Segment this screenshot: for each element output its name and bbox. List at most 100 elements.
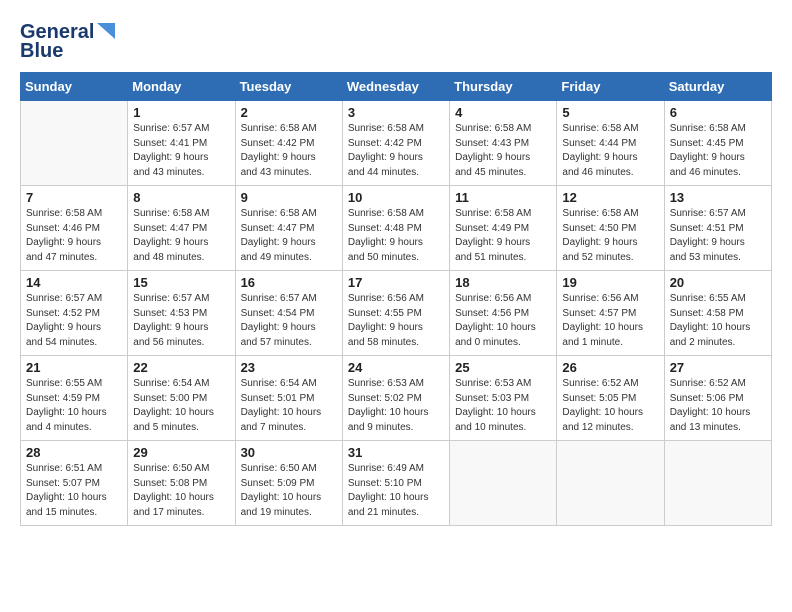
- day-info: Sunrise: 6:49 AM Sunset: 5:10 PM Dayligh…: [348, 462, 444, 520]
- day-info: Sunrise: 6:58 AM Sunset: 4:45 PM Dayligh…: [670, 122, 766, 180]
- week-row-3: 14Sunrise: 6:57 AM Sunset: 4:52 PM Dayli…: [21, 271, 772, 356]
- day-cell: 15 Sunrise: 6:57 AM Sunset: 4:53 PM Dayli…: [128, 271, 235, 356]
- day-cell: 16Sunrise: 6:57 AM Sunset: 4:54 PM Dayli…: [235, 271, 342, 356]
- day-info: Sunrise: 6:53 AM Sunset: 5:03 PM Dayligh…: [455, 377, 551, 435]
- day-info: Sunrise: 6:58 AM Sunset: 4:42 PM Dayligh…: [348, 122, 444, 180]
- day-cell: 31 Sunrise: 6:49 AM Sunset: 5:10 PM Dayli…: [342, 441, 449, 526]
- day-cell: 30 Sunrise: 6:50 AM Sunset: 5:09 PM Dayli…: [235, 441, 342, 526]
- day-number: 18: [455, 275, 551, 290]
- day-info: Sunrise: 6:58 AM Sunset: 4:48 PM Dayligh…: [348, 207, 444, 265]
- day-number: 11: [455, 190, 551, 205]
- day-number: 17: [348, 275, 444, 290]
- logo-text-line2: Blue: [20, 40, 63, 62]
- day-info: Sunrise: 6:57 AM Sunset: 4:54 PM Dayligh…: [241, 292, 337, 350]
- week-row-4: 21Sunrise: 6:55 AM Sunset: 4:59 PM Dayli…: [21, 356, 772, 441]
- day-info: Sunrise: 6:57 AM Sunset: 4:51 PM Dayligh…: [670, 207, 766, 265]
- header-monday: Monday: [128, 73, 235, 101]
- day-cell: 1 Sunrise: 6:57 AM Sunset: 4:41 PM Daylig…: [128, 101, 235, 186]
- day-cell: 4 Sunrise: 6:58 AM Sunset: 4:43 PM Daylig…: [450, 101, 557, 186]
- day-cell: 3 Sunrise: 6:58 AM Sunset: 4:42 PM Daylig…: [342, 101, 449, 186]
- day-info: Sunrise: 6:52 AM Sunset: 5:06 PM Dayligh…: [670, 377, 766, 435]
- day-cell: 6 Sunrise: 6:58 AM Sunset: 4:45 PM Daylig…: [664, 101, 771, 186]
- day-number: 22: [133, 360, 229, 375]
- day-number: 20: [670, 275, 766, 290]
- day-info: Sunrise: 6:53 AM Sunset: 5:02 PM Dayligh…: [348, 377, 444, 435]
- week-row-2: 7 Sunrise: 6:58 AM Sunset: 4:46 PM Daylig…: [21, 186, 772, 271]
- day-number: 30: [241, 445, 337, 460]
- day-info: Sunrise: 6:58 AM Sunset: 4:46 PM Dayligh…: [26, 207, 122, 265]
- day-cell: 17 Sunrise: 6:56 AM Sunset: 4:55 PM Dayli…: [342, 271, 449, 356]
- day-number: 15: [133, 275, 229, 290]
- day-number: 5: [562, 105, 658, 120]
- day-info: Sunrise: 6:58 AM Sunset: 4:50 PM Dayligh…: [562, 207, 658, 265]
- header-wednesday: Wednesday: [342, 73, 449, 101]
- day-info: Sunrise: 6:52 AM Sunset: 5:05 PM Dayligh…: [562, 377, 658, 435]
- day-number: 28: [26, 445, 122, 460]
- day-number: 31: [348, 445, 444, 460]
- day-cell: 22 Sunrise: 6:54 AM Sunset: 5:00 PM Dayli…: [128, 356, 235, 441]
- calendar-table: SundayMondayTuesdayWednesdayThursdayFrid…: [20, 72, 772, 526]
- day-info: Sunrise: 6:57 AM Sunset: 4:53 PM Dayligh…: [133, 292, 229, 350]
- day-info: Sunrise: 6:58 AM Sunset: 4:43 PM Dayligh…: [455, 122, 551, 180]
- day-info: Sunrise: 6:58 AM Sunset: 4:44 PM Dayligh…: [562, 122, 658, 180]
- day-cell: [21, 101, 128, 186]
- day-info: Sunrise: 6:58 AM Sunset: 4:49 PM Dayligh…: [455, 207, 551, 265]
- day-number: 19: [562, 275, 658, 290]
- day-cell: 27 Sunrise: 6:52 AM Sunset: 5:06 PM Dayli…: [664, 356, 771, 441]
- day-cell: 24 Sunrise: 6:53 AM Sunset: 5:02 PM Dayli…: [342, 356, 449, 441]
- day-number: 23: [241, 360, 337, 375]
- week-row-5: 28Sunrise: 6:51 AM Sunset: 5:07 PM Dayli…: [21, 441, 772, 526]
- day-cell: [450, 441, 557, 526]
- day-number: 24: [348, 360, 444, 375]
- day-cell: 18Sunrise: 6:56 AM Sunset: 4:56 PM Dayli…: [450, 271, 557, 356]
- day-cell: 2Sunrise: 6:58 AM Sunset: 4:42 PM Daylig…: [235, 101, 342, 186]
- logo: General Blue: [20, 20, 115, 62]
- day-number: 6: [670, 105, 766, 120]
- day-cell: 21Sunrise: 6:55 AM Sunset: 4:59 PM Dayli…: [21, 356, 128, 441]
- day-number: 3: [348, 105, 444, 120]
- day-info: Sunrise: 6:57 AM Sunset: 4:41 PM Dayligh…: [133, 122, 229, 180]
- day-info: Sunrise: 6:56 AM Sunset: 4:55 PM Dayligh…: [348, 292, 444, 350]
- day-info: Sunrise: 6:56 AM Sunset: 4:57 PM Dayligh…: [562, 292, 658, 350]
- day-info: Sunrise: 6:50 AM Sunset: 5:09 PM Dayligh…: [241, 462, 337, 520]
- day-cell: 20 Sunrise: 6:55 AM Sunset: 4:58 PM Dayli…: [664, 271, 771, 356]
- day-cell: 13 Sunrise: 6:57 AM Sunset: 4:51 PM Dayli…: [664, 186, 771, 271]
- day-info: Sunrise: 6:55 AM Sunset: 4:59 PM Dayligh…: [26, 377, 122, 435]
- day-number: 13: [670, 190, 766, 205]
- header-friday: Friday: [557, 73, 664, 101]
- day-cell: 8 Sunrise: 6:58 AM Sunset: 4:47 PM Daylig…: [128, 186, 235, 271]
- header-sunday: Sunday: [21, 73, 128, 101]
- day-number: 26: [562, 360, 658, 375]
- day-cell: [664, 441, 771, 526]
- day-info: Sunrise: 6:50 AM Sunset: 5:08 PM Dayligh…: [133, 462, 229, 520]
- day-number: 9: [241, 190, 337, 205]
- day-cell: 28Sunrise: 6:51 AM Sunset: 5:07 PM Dayli…: [21, 441, 128, 526]
- day-number: 8: [133, 190, 229, 205]
- day-number: 10: [348, 190, 444, 205]
- day-info: Sunrise: 6:58 AM Sunset: 4:47 PM Dayligh…: [133, 207, 229, 265]
- logo-icon: [97, 23, 115, 39]
- day-cell: 9 Sunrise: 6:58 AM Sunset: 4:47 PM Daylig…: [235, 186, 342, 271]
- day-number: 12: [562, 190, 658, 205]
- header-thursday: Thursday: [450, 73, 557, 101]
- day-cell: 11 Sunrise: 6:58 AM Sunset: 4:49 PM Dayli…: [450, 186, 557, 271]
- day-number: 2: [241, 105, 337, 120]
- page-header: General Blue: [20, 20, 772, 62]
- day-cell: 19 Sunrise: 6:56 AM Sunset: 4:57 PM Dayli…: [557, 271, 664, 356]
- day-cell: 7 Sunrise: 6:58 AM Sunset: 4:46 PM Daylig…: [21, 186, 128, 271]
- day-cell: [557, 441, 664, 526]
- day-cell: 29Sunrise: 6:50 AM Sunset: 5:08 PM Dayli…: [128, 441, 235, 526]
- day-number: 27: [670, 360, 766, 375]
- day-info: Sunrise: 6:55 AM Sunset: 4:58 PM Dayligh…: [670, 292, 766, 350]
- day-number: 1: [133, 105, 229, 120]
- day-number: 14: [26, 275, 122, 290]
- day-cell: 5 Sunrise: 6:58 AM Sunset: 4:44 PM Daylig…: [557, 101, 664, 186]
- day-cell: 26 Sunrise: 6:52 AM Sunset: 5:05 PM Dayli…: [557, 356, 664, 441]
- header-tuesday: Tuesday: [235, 73, 342, 101]
- day-number: 7: [26, 190, 122, 205]
- day-info: Sunrise: 6:58 AM Sunset: 4:47 PM Dayligh…: [241, 207, 337, 265]
- day-number: 4: [455, 105, 551, 120]
- day-cell: 10 Sunrise: 6:58 AM Sunset: 4:48 PM Dayli…: [342, 186, 449, 271]
- day-number: 25: [455, 360, 551, 375]
- day-info: Sunrise: 6:54 AM Sunset: 5:00 PM Dayligh…: [133, 377, 229, 435]
